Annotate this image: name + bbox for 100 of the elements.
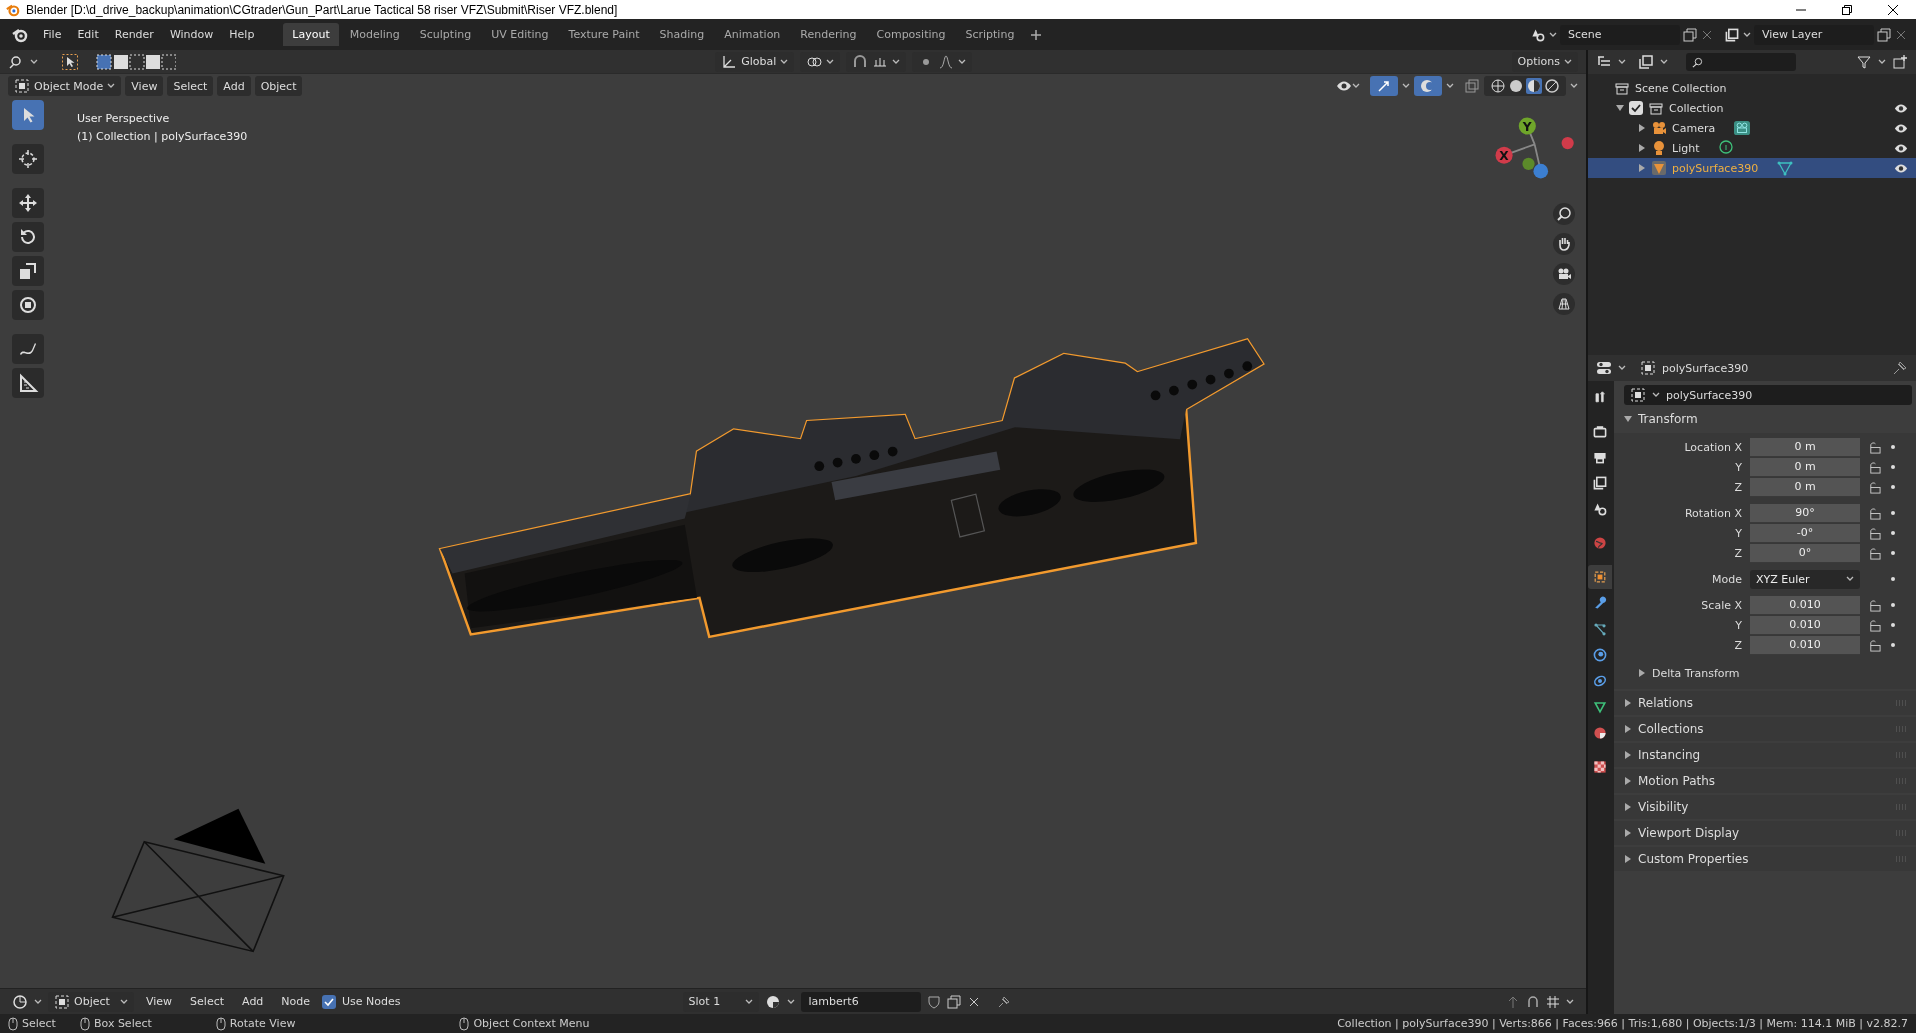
new-collection-icon[interactable] xyxy=(1892,54,1908,70)
object-tab[interactable] xyxy=(1588,565,1612,589)
editor-type-icon[interactable] xyxy=(8,53,24,70)
panel-header[interactable]: Viewport Display xyxy=(1614,821,1916,845)
zoom-icon[interactable] xyxy=(1553,203,1575,225)
eye-icon[interactable] xyxy=(1894,162,1908,174)
camera-data-icon[interactable] xyxy=(1734,120,1751,136)
workspace-tab[interactable]: Shading xyxy=(650,23,714,46)
workspace-tab[interactable]: Modeling xyxy=(340,23,409,46)
outliner-item[interactable]: Collection xyxy=(1669,101,1724,115)
outliner-item[interactable]: Camera xyxy=(1672,121,1716,135)
lock-icon[interactable] xyxy=(1868,526,1881,540)
use-nodes-checkbox[interactable] xyxy=(322,994,337,1009)
number-field[interactable]: 0.010 xyxy=(1750,635,1860,655)
material-icon[interactable] xyxy=(764,993,781,1010)
shading-mode-selector[interactable] xyxy=(1484,76,1566,96)
number-field[interactable]: -0° xyxy=(1750,523,1860,543)
panel-header[interactable]: Motion Paths xyxy=(1614,769,1916,793)
material-field[interactable]: lambert6 xyxy=(800,991,921,1012)
menu-item[interactable]: Add xyxy=(236,991,270,1012)
eye-icon[interactable] xyxy=(1894,142,1908,154)
lock-icon[interactable] xyxy=(1868,480,1881,494)
include-checkbox[interactable] xyxy=(1629,101,1643,115)
menu-item[interactable]: Select xyxy=(184,991,231,1012)
transform-tool-button[interactable] xyxy=(12,290,44,320)
lock-icon[interactable] xyxy=(1868,618,1881,632)
menu-item[interactable]: View xyxy=(125,76,164,96)
filter-icon[interactable] xyxy=(1856,54,1872,70)
menu-item[interactable]: Object xyxy=(254,76,303,96)
eye-icon[interactable] xyxy=(1894,102,1908,114)
pin-icon[interactable] xyxy=(1892,360,1908,376)
workspace-tab[interactable]: Compositing xyxy=(867,23,955,46)
copy-icon[interactable] xyxy=(1877,27,1891,42)
menu-item[interactable]: Help xyxy=(222,24,262,45)
expand-icon[interactable] xyxy=(1616,104,1624,112)
cursor-icon[interactable] xyxy=(62,53,78,70)
eye-icon[interactable] xyxy=(1894,122,1908,134)
workspace-tab[interactable]: Layout xyxy=(283,23,339,46)
outliner-item[interactable]: Scene Collection xyxy=(1635,81,1727,95)
hand-icon[interactable] xyxy=(1553,233,1575,255)
lock-icon[interactable] xyxy=(1868,638,1881,652)
panel-header[interactable]: Visibility xyxy=(1614,795,1916,819)
workspace-tab[interactable]: Sculpting xyxy=(410,23,481,46)
menu-item[interactable]: Add xyxy=(217,76,251,96)
measure-tool-button[interactable] xyxy=(12,368,44,398)
copy-icon[interactable] xyxy=(946,994,961,1009)
add-icon[interactable] xyxy=(1029,27,1044,42)
lock-icon[interactable] xyxy=(1868,440,1881,454)
panel-header[interactable]: Instancing xyxy=(1614,743,1916,767)
subpanel-header[interactable]: Delta Transform xyxy=(1614,661,1916,685)
menu-item[interactable]: Render xyxy=(107,24,161,45)
axis-gizmo-drawing[interactable]: Y X xyxy=(1495,117,1574,179)
overlay-button[interactable] xyxy=(1414,76,1442,96)
mode-dropdown[interactable]: XYZ Euler xyxy=(1750,569,1860,589)
search-field[interactable] xyxy=(1686,53,1796,71)
menu-item[interactable]: View xyxy=(140,991,179,1012)
move-tool-button[interactable] xyxy=(12,188,44,218)
keyframe-dot[interactable] xyxy=(1891,551,1895,555)
lock-icon[interactable] xyxy=(1868,598,1881,612)
editor-type-icon[interactable] xyxy=(12,993,28,1010)
keyframe-dot[interactable] xyxy=(1891,465,1895,469)
annotate-tool-button[interactable] xyxy=(12,334,44,364)
panel-header[interactable]: Relations xyxy=(1614,691,1916,715)
selection-mode-icon[interactable] xyxy=(96,53,176,70)
options-dropdown[interactable]: Options xyxy=(1511,51,1578,72)
orientation-dropdown[interactable]: Global xyxy=(715,51,795,72)
keyframe-dot[interactable] xyxy=(1891,643,1895,647)
workspace-tab[interactable]: UV Editing xyxy=(482,23,558,46)
menu-item[interactable]: Edit xyxy=(70,24,106,45)
expand-icon[interactable] xyxy=(1638,164,1646,172)
camera-view-icon[interactable] xyxy=(1553,263,1575,285)
expand-icon[interactable] xyxy=(1638,124,1646,132)
number-field[interactable]: 0° xyxy=(1750,543,1860,563)
lock-icon[interactable] xyxy=(1868,506,1881,520)
number-field[interactable]: 0.010 xyxy=(1750,615,1860,635)
blender-logo-icon[interactable] xyxy=(12,26,28,43)
grid-snap-icon[interactable] xyxy=(1546,994,1560,1009)
object-name-field[interactable]: polySurface390 xyxy=(1624,385,1912,405)
expand-icon[interactable] xyxy=(1638,144,1646,152)
menu-item[interactable]: Select xyxy=(167,76,214,96)
grid-icon[interactable] xyxy=(1553,293,1575,315)
material-preview-icon[interactable] xyxy=(1526,78,1542,94)
gizmo-button[interactable] xyxy=(1370,76,1398,96)
panel-header[interactable]: Collections xyxy=(1614,717,1916,741)
copy-icon[interactable] xyxy=(1683,27,1697,42)
keyframe-dot[interactable] xyxy=(1891,603,1895,607)
mesh-data-icon[interactable] xyxy=(1777,160,1794,176)
mode-dropdown[interactable]: Object Mode xyxy=(8,76,122,96)
workspace-tab[interactable]: Rendering xyxy=(791,23,866,46)
panel-header[interactable]: Custom Properties xyxy=(1614,847,1916,871)
number-field[interactable]: 0 m xyxy=(1750,437,1860,457)
lock-icon[interactable] xyxy=(1868,460,1881,474)
scene-field[interactable]: Scene xyxy=(1560,24,1680,45)
display-mode-icon[interactable] xyxy=(1638,54,1654,70)
cursor-tool-button[interactable] xyxy=(12,144,44,174)
snap-icon[interactable] xyxy=(1526,994,1540,1009)
keyframe-dot[interactable] xyxy=(1891,511,1895,515)
properties-editor-icon[interactable] xyxy=(1596,360,1612,376)
object-dropdown[interactable]: Object xyxy=(48,991,134,1012)
rendered-icon[interactable] xyxy=(1544,78,1560,94)
